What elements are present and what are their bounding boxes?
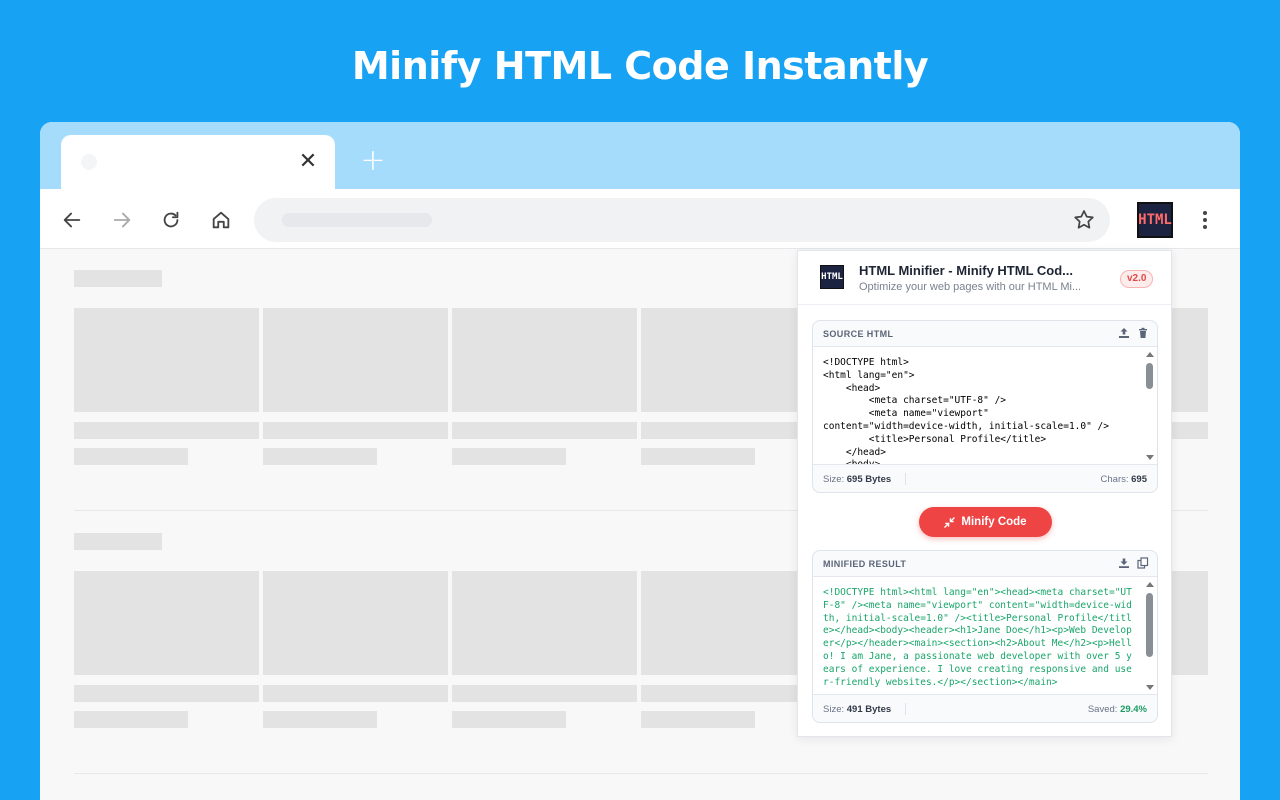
result-stats: Size: 491 Bytes Saved: 29.4% [813, 694, 1157, 722]
skeleton-line [1172, 422, 1208, 439]
source-scrollbar[interactable] [1143, 347, 1157, 465]
popup-header: HTML HTML Minifier - Minify HTML Cod... … [798, 251, 1171, 305]
skeleton-heading [74, 270, 162, 287]
new-tab-button[interactable]: + [358, 146, 388, 176]
forward-icon[interactable] [107, 205, 137, 235]
copy-icon[interactable] [1137, 557, 1149, 569]
result-panel-label: MINIFIED RESULT [823, 559, 907, 569]
result-size-label: Size: [823, 704, 845, 715]
source-code-line: content="width=device-width, initial-sca… [823, 420, 1109, 432]
home-icon[interactable] [206, 205, 236, 235]
skeleton-line [641, 422, 798, 439]
skeleton-card [452, 308, 637, 412]
html-minifier-extension-icon[interactable]: HTML [1137, 202, 1173, 238]
skeleton-line [74, 448, 188, 465]
skeleton-card [452, 571, 637, 675]
source-code-line: <title>Personal Profile</title> [823, 433, 1047, 445]
chars-value: 695 [1131, 474, 1147, 485]
skeleton-line [452, 448, 566, 465]
tab-strip: ✕ + [40, 122, 1240, 189]
skeleton-line [74, 685, 259, 702]
skeleton-card [74, 571, 259, 675]
skeleton-card [1172, 571, 1208, 675]
browser-toolbar: HTML [40, 189, 1240, 249]
skeleton-card [263, 571, 448, 675]
source-code-line: <head> [823, 382, 881, 394]
tab-close-icon[interactable]: ✕ [295, 149, 321, 175]
minified-code-output[interactable]: <!DOCTYPE html><html lang="en"><head><me… [813, 577, 1145, 695]
source-code-line: <meta name="viewport" [823, 408, 989, 420]
skeleton-card [641, 571, 798, 675]
source-panel-header: SOURCE HTML [813, 321, 1157, 347]
source-panel-label: SOURCE HTML [823, 329, 894, 339]
saved-label: Saved: [1087, 704, 1118, 715]
minify-code-button[interactable]: Minify Code [919, 507, 1052, 537]
skeleton-line [641, 711, 755, 728]
result-panel-header: MINIFIED RESULT [813, 551, 1157, 577]
skeleton-line [452, 685, 637, 702]
address-text-blurred [282, 213, 432, 227]
result-size-value: 491 Bytes [846, 704, 892, 715]
popup-title: HTML Minifier - Minify HTML Cod... [859, 263, 1073, 278]
download-icon[interactable] [1118, 557, 1130, 569]
upload-icon[interactable] [1118, 327, 1130, 339]
browser-menu-icon[interactable] [1192, 207, 1218, 233]
source-size-value: 695 Bytes [846, 474, 892, 485]
source-code-line: <!DOCTYPE html> [823, 357, 909, 368]
compress-icon [944, 516, 956, 528]
html-minifier-logo: HTML [820, 265, 844, 289]
headline: Minify HTML Code Instantly [351, 44, 929, 88]
bookmark-star-icon[interactable] [1072, 208, 1096, 232]
skeleton-card [641, 308, 798, 412]
skeleton-line [263, 685, 448, 702]
result-scrollbar[interactable] [1143, 577, 1157, 695]
version-badge: v2.0 [1120, 270, 1154, 288]
source-code-line: <html lang="en"> [823, 369, 915, 381]
minify-button-label: Minify Code [961, 516, 1027, 528]
reload-icon[interactable] [156, 205, 186, 235]
source-code-line: <meta charset="UTF-8" /> [823, 395, 1007, 407]
address-bar[interactable] [254, 198, 1110, 242]
divider [74, 773, 1208, 774]
skeleton-card [263, 308, 448, 412]
tab-favicon [81, 154, 97, 170]
skeleton-line [263, 711, 377, 728]
chars-label: Chars: [1100, 474, 1129, 485]
source-code-textarea[interactable]: <!DOCTYPE html> <html lang="en"> <head> <… [813, 347, 1145, 465]
back-icon[interactable] [57, 205, 87, 235]
skeleton-card [74, 308, 259, 412]
source-size-label: Size: [823, 474, 845, 485]
extension-icon-text: HTML [1138, 212, 1172, 228]
extension-popup: HTML HTML Minifier - Minify HTML Cod... … [797, 250, 1172, 737]
minified-result-panel: MINIFIED RESULT <!DOCTYPE html><html lan… [812, 550, 1158, 723]
trash-icon[interactable] [1137, 327, 1149, 339]
source-stats: Size: 695 Bytes Chars: 695 [813, 464, 1157, 492]
skeleton-line [641, 685, 798, 702]
skeleton-card [1172, 308, 1208, 412]
source-html-panel: SOURCE HTML <!DOCTYPE html> <html lang="e… [812, 320, 1158, 493]
browser-tab[interactable]: ✕ [61, 135, 335, 189]
skeleton-line [263, 448, 377, 465]
popup-subtitle: Optimize your web pages with our HTML Mi… [859, 281, 1082, 293]
skeleton-line [263, 422, 448, 439]
skeleton-line [452, 422, 637, 439]
source-code-line: </head> [823, 446, 886, 458]
skeleton-line [452, 711, 566, 728]
skeleton-line [74, 711, 188, 728]
saved-value: 29.4% [1120, 704, 1147, 715]
skeleton-line [74, 422, 259, 439]
skeleton-line [641, 448, 755, 465]
skeleton-heading [74, 533, 162, 550]
